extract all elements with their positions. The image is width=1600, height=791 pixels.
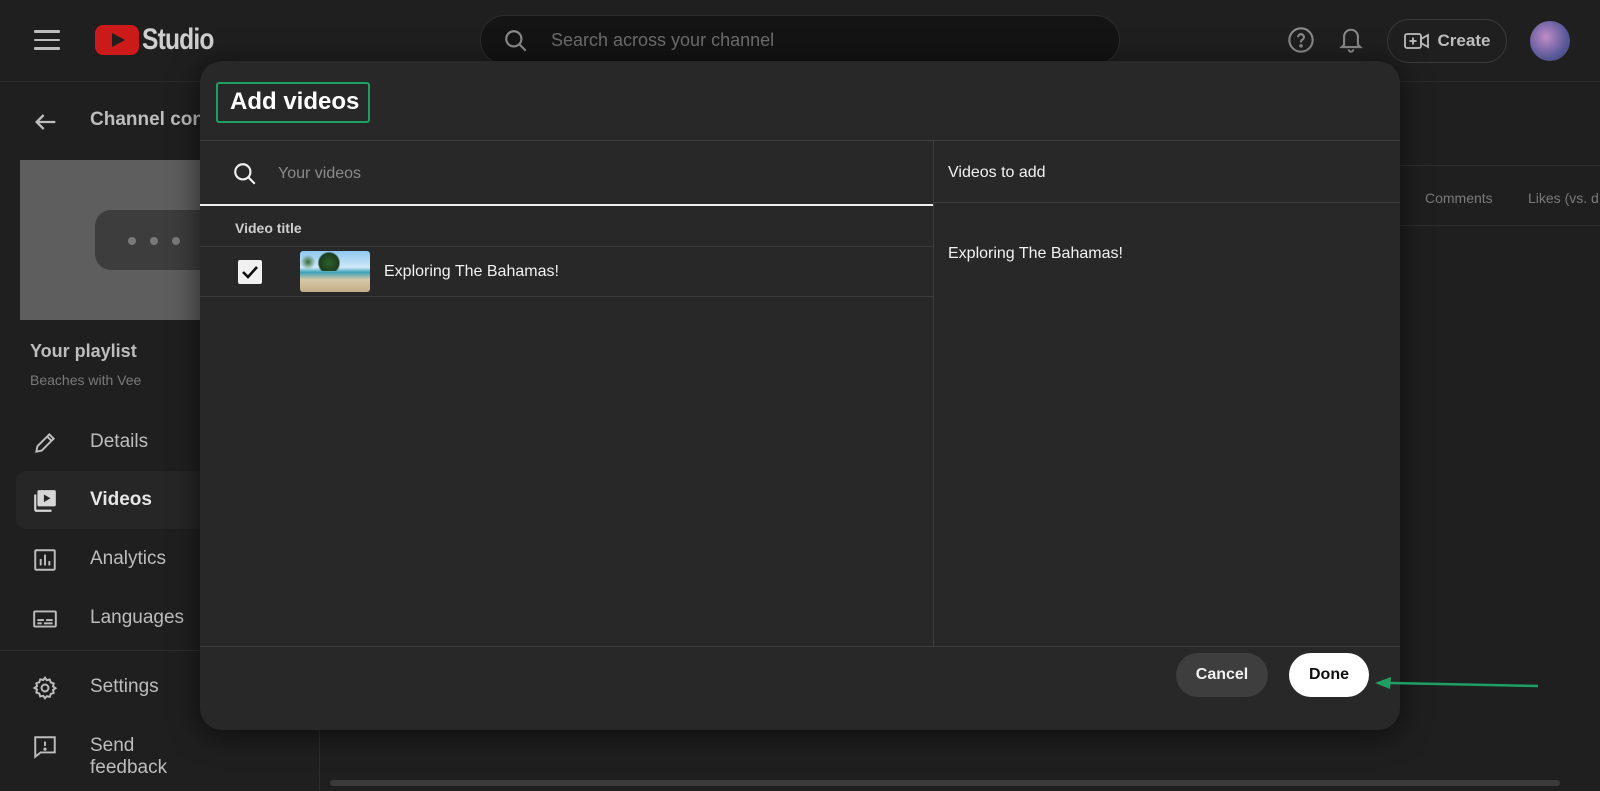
thumbnail-foliage <box>300 255 316 269</box>
table-header-divider <box>1400 225 1600 226</box>
channel-content-title: Channel cont <box>90 109 211 130</box>
search-icon <box>505 30 527 52</box>
youtube-play-icon <box>95 25 139 55</box>
search-icon <box>234 163 256 185</box>
table-row[interactable]: Exploring The Bahamas! <box>200 247 933 297</box>
right-panel-divider <box>934 202 1400 203</box>
sidebar-item-videos[interactable]: Videos <box>16 471 200 529</box>
sidebar-item-label: Details <box>90 431 149 452</box>
table-header-divider <box>1400 165 1600 166</box>
playlist-name: Beaches with Vee <box>30 372 142 388</box>
gear-icon <box>32 676 58 700</box>
column-header-video-title: Video title <box>235 220 302 236</box>
sidebar-item-settings[interactable]: Settings <box>0 658 200 716</box>
video-title: Exploring The Bahamas! <box>384 263 559 280</box>
dialog-footer-divider <box>200 646 1400 647</box>
cancel-button[interactable]: Cancel <box>1176 653 1268 697</box>
sidebar-item-label: Videos <box>90 489 152 510</box>
video-checkbox[interactable] <box>238 260 262 284</box>
playlist-heading: Your playlist <box>30 341 137 361</box>
search-placeholder: Search across your channel <box>551 30 775 50</box>
avatar[interactable] <box>1530 21 1570 61</box>
column-header-likes[interactable]: Likes (vs. d <box>1528 190 1599 206</box>
video-search-input[interactable] <box>278 161 878 187</box>
back-arrow-icon[interactable] <box>32 108 60 136</box>
video-thumbnail <box>300 251 370 292</box>
help-icon[interactable] <box>1287 26 1315 54</box>
add-videos-dialog: Add videos Video title Exploring The Bah… <box>200 61 1400 730</box>
logo-text: Studio <box>142 23 214 56</box>
create-button[interactable]: Create <box>1387 19 1507 63</box>
playlist-placeholder-pill <box>95 210 215 270</box>
sidebar-item-details[interactable]: Details <box>0 413 200 471</box>
sidebar-item-label: Send feedback <box>90 735 168 778</box>
selected-video-item: Exploring The Bahamas! <box>948 245 1123 262</box>
sidebar-item-label: Languages <box>90 607 185 628</box>
analytics-icon <box>34 549 56 571</box>
sidebar-item-analytics[interactable]: Analytics <box>0 530 200 588</box>
notification-bell-icon[interactable] <box>1337 24 1365 54</box>
subtitles-icon <box>33 610 57 628</box>
panel-divider <box>933 140 934 646</box>
annotation-arrow-icon <box>1375 677 1539 689</box>
sidebar-divider <box>0 650 200 651</box>
studio-logo[interactable]: Studio <box>95 22 229 58</box>
video-camera-plus-icon <box>1403 33 1429 49</box>
create-label: Create <box>1437 31 1491 50</box>
more-dots-icon <box>128 237 136 245</box>
feedback-icon <box>34 736 56 759</box>
done-button[interactable]: Done <box>1289 653 1369 697</box>
pencil-icon <box>35 432 56 453</box>
video-library-icon <box>34 490 56 512</box>
menu-icon[interactable] <box>34 30 60 50</box>
dialog-title: Add videos <box>230 88 360 115</box>
channel-search-bar[interactable]: Search across your channel <box>480 15 1120 65</box>
playlist-thumbnail[interactable] <box>20 160 215 320</box>
horizontal-scrollbar[interactable] <box>330 780 1560 786</box>
sidebar-item-languages[interactable]: Languages <box>0 589 200 647</box>
column-header-comments[interactable]: Comments <box>1425 190 1493 206</box>
checkmark-icon <box>242 266 258 279</box>
sidebar-item-send-feedback[interactable]: Send feedback <box>0 717 200 778</box>
sidebar-item-label: Settings <box>90 676 159 697</box>
videos-to-add-heading: Videos to add <box>948 164 1046 181</box>
video-search-field[interactable] <box>200 141 933 206</box>
sidebar-item-label: Analytics <box>90 548 167 569</box>
thumbnail-foliage <box>318 251 340 271</box>
